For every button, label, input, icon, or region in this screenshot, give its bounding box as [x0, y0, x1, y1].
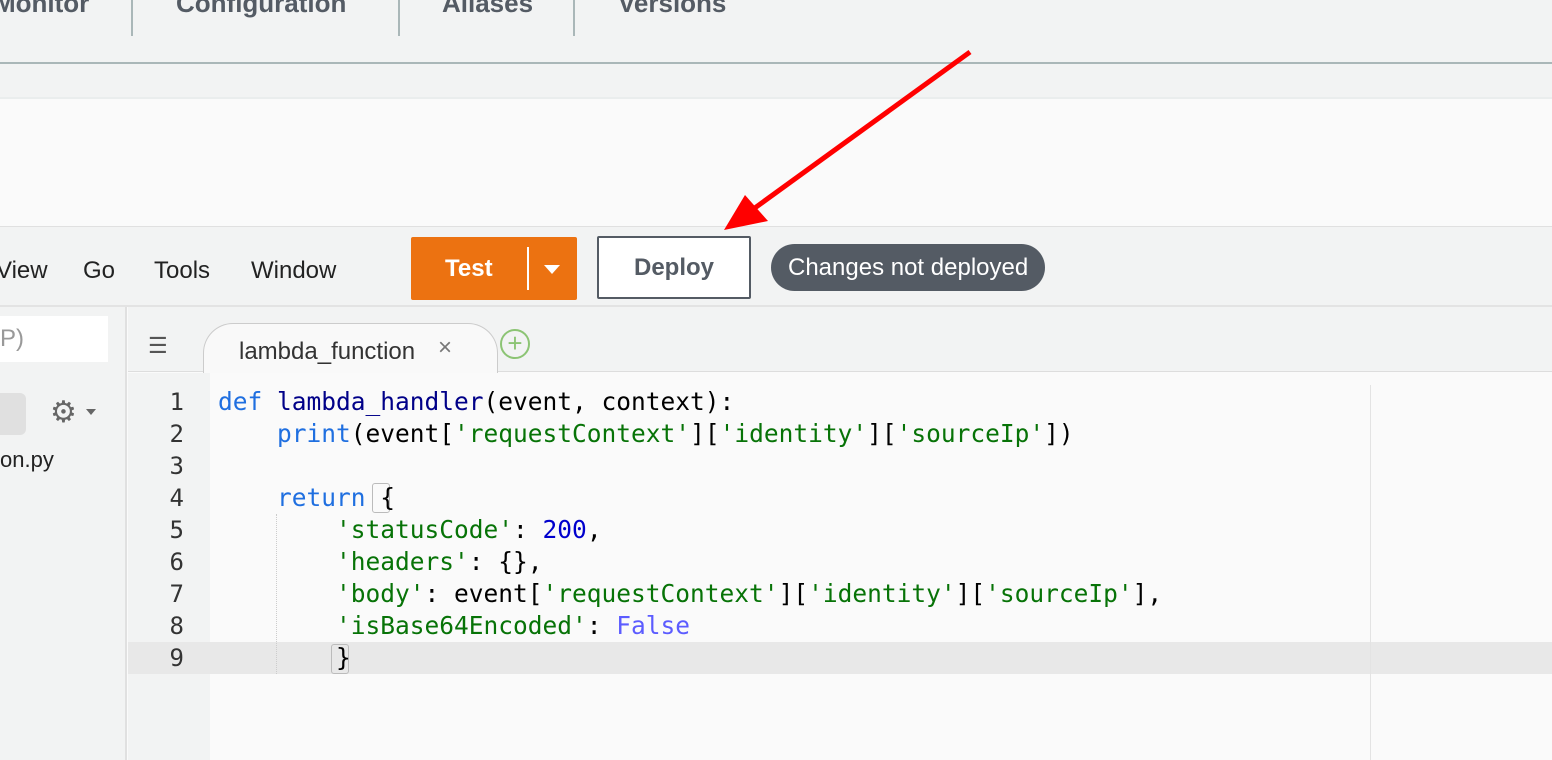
arrow-shaft [750, 49, 972, 213]
annotation-arrow [724, 49, 972, 230]
